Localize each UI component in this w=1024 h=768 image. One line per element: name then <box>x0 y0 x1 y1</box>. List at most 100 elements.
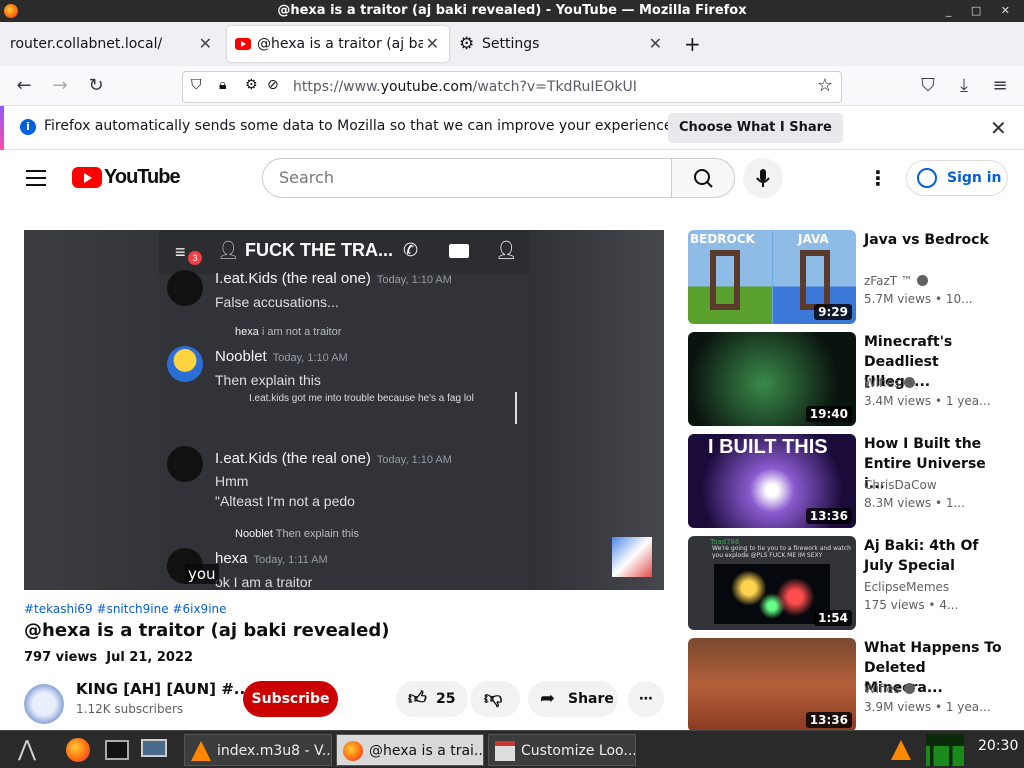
start-menu-icon[interactable]: ⋀ <box>6 734 48 766</box>
url-bar[interactable]: ⛉ 🔒︎ ⚙ ⊘ https://www.youtube.com/watch?v… <box>182 71 842 103</box>
appearance-icon <box>495 741 515 761</box>
firefox-launcher-icon[interactable] <box>62 734 96 766</box>
back-icon[interactable]: ← <box>12 74 36 98</box>
discord-message: "Alteast I'm not a pedo <box>215 493 355 509</box>
more-actions-button[interactable]: ⋯ <box>628 681 664 717</box>
discord-author: I.eat.Kids (the real one) Today, 1:10 AM <box>215 450 452 467</box>
share-button[interactable]: ➦ Share <box>528 681 618 717</box>
recommendation-channel: zFazT ™ <box>864 274 928 288</box>
tab-youtube[interactable]: @hexa is a traitor (aj baki revealed) - … <box>227 26 449 62</box>
settings-menu-icon[interactable]: ⋮ <box>868 166 888 190</box>
discord-avatar <box>167 270 203 306</box>
video-title: @hexa is a traitor (aj baki revealed) <box>24 620 390 641</box>
data-collection-notification: i Firefox automatically sends some data … <box>0 106 1024 150</box>
youtube-logo-text[interactable]: YouTube <box>104 166 181 189</box>
hamburger-menu-icon[interactable] <box>26 170 46 186</box>
firefox-icon <box>343 741 363 761</box>
video-thumbnail[interactable]: Toad786 We're going to tie you to a fire… <box>688 536 856 630</box>
menu-icon[interactable]: ≡ <box>988 74 1012 98</box>
window-controls[interactable]: _ □ ✕ <box>946 0 1018 22</box>
recommendation-item[interactable]: 19:40 Minecraft's Deadliest [Illega... W… <box>688 332 1008 426</box>
video-thumbnail[interactable]: 13:36 <box>688 638 856 732</box>
search-button[interactable] <box>671 158 735 198</box>
youtube-logo-icon[interactable] <box>72 167 102 188</box>
new-tab-button[interactable]: + <box>684 26 706 62</box>
recommendation-item[interactable]: BEDROCK JAVA 9:29 Java vs Bedrock zFazT … <box>688 230 1008 324</box>
reload-icon[interactable]: ↻ <box>84 74 108 98</box>
dislike-button[interactable]: 👎︎ <box>470 681 520 717</box>
pocket-icon[interactable]: ⛉ <box>916 74 940 98</box>
close-icon[interactable]: ✕ <box>426 26 439 62</box>
cpu-monitor-icon[interactable] <box>926 734 964 766</box>
channel-watermark[interactable] <box>612 537 652 577</box>
vlc-tray-icon[interactable] <box>888 734 914 766</box>
taskbar-clock: 20:30 <box>978 738 1019 754</box>
video-duration: 9:29 <box>814 304 852 320</box>
recommendation-meta: 3.4M views • 1 yea... <box>864 394 991 408</box>
sign-in-button[interactable]: Sign in <box>906 160 1008 196</box>
recommendation-meta: 8.3M views • 1... <box>864 496 965 510</box>
window-titlebar: @hexa is a traitor (aj baki revealed) - … <box>0 0 1024 22</box>
channel-avatar[interactable] <box>24 684 64 724</box>
tab-settings[interactable]: ⚙ Settings ✕ <box>450 26 672 62</box>
recommendation-meta: 3.9M views • 1 yea... <box>864 700 991 714</box>
voice-search-button[interactable] <box>743 158 783 198</box>
taskbar-window-vlc[interactable]: index.m3u8 - V... <box>184 734 332 766</box>
tab-strip: router.collabnet.local/ ✕ @hexa is a tra… <box>0 22 1024 66</box>
video-player[interactable]: ≡ 3 👤︎ FUCK THE TRA... ✆ 👤︎ I.eat.Kids (… <box>24 230 664 590</box>
recommendation-item[interactable]: 13:36 What Happens To Deleted Minecra...… <box>688 638 1008 732</box>
shield-icon[interactable]: ⛉ <box>191 77 202 93</box>
video-hashtags[interactable]: #tekashi69 #snitch9ine #6ix9ine <box>24 602 227 616</box>
verified-icon <box>904 683 916 694</box>
share-label: Share <box>568 691 614 707</box>
url-text[interactable]: https://www.youtube.com/watch?v=TkdRuIEO… <box>293 72 637 102</box>
discord-author: Nooblet Today, 1:10 AM <box>215 348 348 365</box>
lock-icon[interactable]: 🔒︎ <box>219 77 226 93</box>
recommendation-meta: 175 views • 4... <box>864 598 959 612</box>
tab-label: Settings <box>482 36 540 52</box>
taskbar-window-customize[interactable]: Customize Loo... <box>488 734 636 766</box>
close-icon[interactable]: ✕ <box>199 26 212 62</box>
discord-reply: hexa i am not a traitor <box>235 326 342 338</box>
recommendation-channel: Wifies <box>864 682 916 696</box>
video-duration: 13:36 <box>805 712 852 728</box>
autoplay-blocked-icon[interactable]: ⊘ <box>267 77 279 93</box>
gear-icon: ⚙ <box>459 34 475 54</box>
group-icon: 👤︎ <box>217 240 240 260</box>
terminal-launcher-icon[interactable] <box>102 734 132 766</box>
recommendation-item[interactable]: I BUILT THIS 13:36 How I Built the Entir… <box>688 434 1008 528</box>
tab-router[interactable]: router.collabnet.local/ ✕ <box>0 26 222 62</box>
tab-label: router.collabnet.local/ <box>10 36 163 52</box>
forward-icon[interactable]: → <box>48 74 72 98</box>
like-button[interactable]: 👍︎ 25 <box>396 681 468 717</box>
microphone-icon <box>756 169 770 187</box>
search-input[interactable]: Search <box>262 158 672 198</box>
bookmark-star-icon[interactable]: ☆ <box>817 75 833 96</box>
video-thumbnail[interactable]: BEDROCK JAVA 9:29 <box>688 230 856 324</box>
discord-author: hexa Today, 1:11 AM <box>215 550 328 567</box>
recommendation-item[interactable]: Toad786 We're going to tie you to a fire… <box>688 536 1008 630</box>
close-icon[interactable]: ✕ <box>649 26 662 62</box>
close-icon[interactable]: ✕ <box>990 116 1007 140</box>
channel-name[interactable]: KING [AH] [AUN] #... <box>76 680 251 698</box>
thumb-text: BEDROCK <box>690 232 755 246</box>
account-icon <box>917 168 937 188</box>
window-title: @hexa is a traitor (aj baki revealed) - … <box>277 3 747 18</box>
taskbar-window-firefox[interactable]: @hexa is a trai... <box>336 734 484 766</box>
video-duration: 13:36 <box>805 508 852 524</box>
download-icon[interactable]: ⤓ <box>952 74 976 98</box>
permissions-icon[interactable]: ⚙ <box>245 77 258 93</box>
discord-avatar <box>167 446 203 482</box>
subscribe-button[interactable]: Subscribe <box>243 681 338 717</box>
discord-channel-name: FUCK THE TRA... <box>245 240 393 260</box>
display-launcher-icon[interactable] <box>138 734 172 766</box>
recommendation-title[interactable]: Aj Baki: 4th Of July Special <box>864 536 1004 576</box>
video-duration: 1:54 <box>814 610 852 626</box>
discord-message: Then explain this <box>215 372 321 388</box>
video-thumbnail[interactable]: 19:40 <box>688 332 856 426</box>
choose-what-i-share-button[interactable]: Choose What I Share <box>668 113 843 143</box>
notification-accent <box>0 106 4 150</box>
fireworks-image <box>714 564 830 624</box>
video-thumbnail[interactable]: I BUILT THIS 13:36 <box>688 434 856 528</box>
recommendation-title[interactable]: Java vs Bedrock <box>864 230 1004 250</box>
